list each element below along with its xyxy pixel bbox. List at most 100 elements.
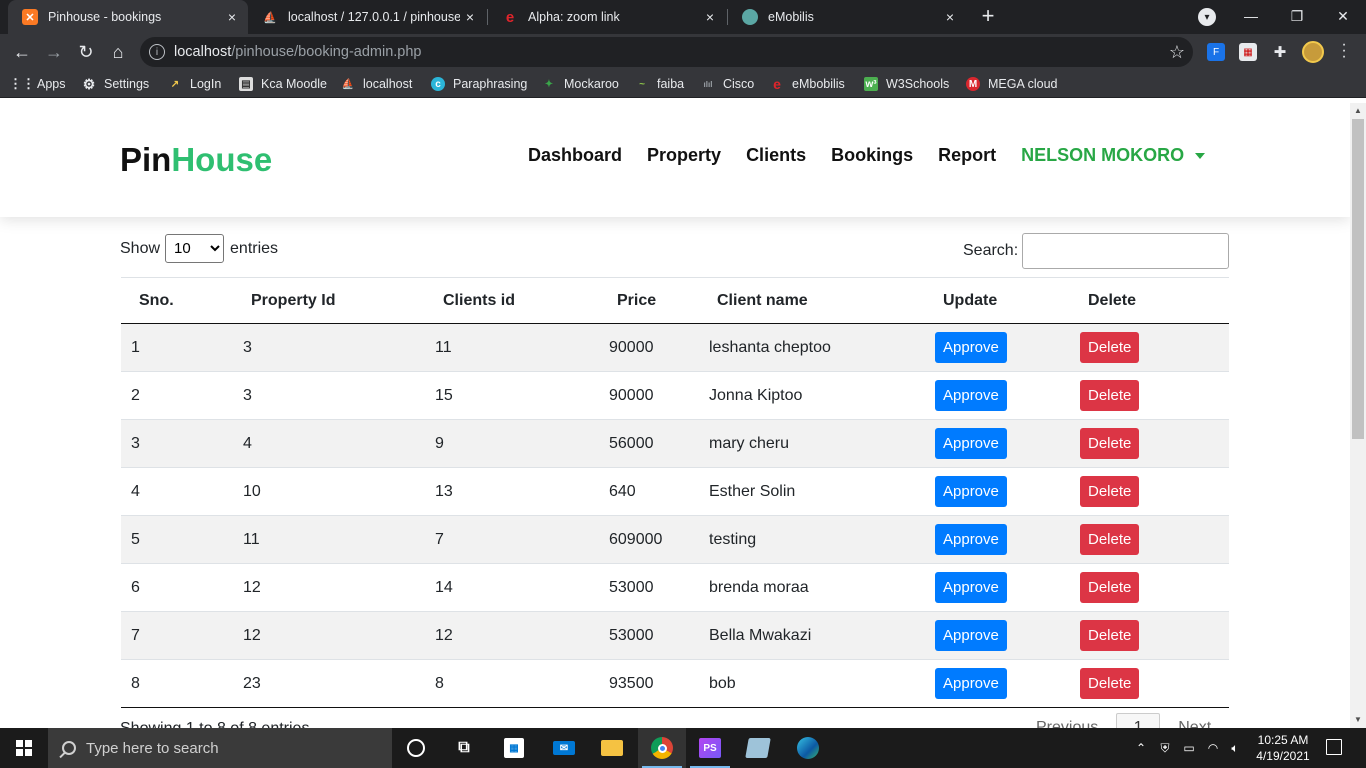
taskbar-edge[interactable] <box>784 728 832 768</box>
tab-alpha-zoom[interactable]: e Alpha: zoom link × <box>488 0 726 34</box>
approve-button[interactable]: Approve <box>935 380 1007 411</box>
column-header-price[interactable]: Price <box>599 277 699 324</box>
delete-button[interactable]: Delete <box>1080 332 1140 363</box>
bookmark-localhost[interactable]: ⛵ localhost <box>341 70 413 98</box>
wifi-icon[interactable]: ◠ <box>1204 728 1222 768</box>
volume-icon[interactable]: 🔈︎ <box>1226 728 1244 768</box>
bookmark-mockaroo[interactable]: ✦ Mockaroo <box>542 70 619 98</box>
delete-button[interactable]: Delete <box>1080 428 1140 459</box>
bookmark-cisco[interactable]: ılıl Cisco <box>701 70 755 98</box>
taskbar-store[interactable]: ▦ <box>490 728 538 768</box>
approve-button[interactable]: Approve <box>935 332 1007 363</box>
scrollbar-thumb[interactable] <box>1352 119 1364 439</box>
window-close-icon[interactable]: ✕ <box>1320 0 1366 32</box>
next-button[interactable]: Next <box>1178 719 1211 728</box>
bookmark-star-icon[interactable]: ☆ <box>1169 42 1185 63</box>
taskbar-search-box[interactable]: Type here to search <box>48 728 392 768</box>
bookmark-login[interactable]: ↗ LogIn <box>168 70 221 98</box>
bookmark-faiba[interactable]: ~ faiba <box>635 70 684 98</box>
cell-delete: Delete <box>1070 563 1229 612</box>
table-header-row: Sno. Property Id Clients id Price Client… <box>121 277 1229 324</box>
back-icon[interactable]: ← <box>10 40 34 64</box>
tab-emobilis[interactable]: eMobilis × <box>728 0 966 34</box>
nav-report[interactable]: Report <box>938 145 996 166</box>
close-tab-icon[interactable]: × <box>222 9 242 25</box>
delete-button[interactable]: Delete <box>1080 524 1140 555</box>
bookmark-settings[interactable]: ⚙ Settings <box>82 70 149 98</box>
approve-button[interactable]: Approve <box>935 668 1007 699</box>
delete-button[interactable]: Delete <box>1080 620 1140 651</box>
task-view-button[interactable]: ⧉ <box>440 728 488 768</box>
nav-property[interactable]: Property <box>647 145 721 166</box>
approve-button[interactable]: Approve <box>935 476 1007 507</box>
previous-button[interactable]: Previous <box>1036 719 1098 728</box>
close-tab-icon[interactable]: × <box>700 9 720 25</box>
brand-logo[interactable]: PinHouse <box>120 141 272 179</box>
home-icon[interactable]: ⌂ <box>106 40 130 64</box>
cortana-button[interactable] <box>392 728 440 768</box>
address-bar[interactable]: i localhost/pinhouse/booking-admin.php ☆ <box>140 37 1193 67</box>
approve-button[interactable]: Approve <box>935 572 1007 603</box>
close-tab-icon[interactable]: × <box>460 9 480 25</box>
start-button[interactable] <box>0 728 48 768</box>
scroll-up-icon[interactable]: ▲ <box>1350 103 1366 119</box>
restore-icon[interactable]: ❐ <box>1274 0 1320 32</box>
user-menu[interactable]: NELSON MOKORO <box>1021 145 1206 166</box>
new-tab-button[interactable]: + <box>976 4 1000 28</box>
extensions-puzzle-icon[interactable]: ✚ <box>1271 43 1289 61</box>
minimize-icon[interactable]: — <box>1228 0 1274 32</box>
column-header-delete[interactable]: Delete <box>1070 277 1229 324</box>
reload-icon[interactable]: ↻ <box>74 40 98 64</box>
profile-avatar[interactable] <box>1302 41 1324 63</box>
bookmark-apps[interactable]: ⋮⋮ Apps <box>9 70 66 98</box>
page-size-select[interactable]: 10 <box>165 234 225 263</box>
column-header-client-name[interactable]: Client name <box>699 277 925 324</box>
bookmark-mega-cloud[interactable]: M MEGA cloud <box>966 70 1057 98</box>
taskbar-phpstorm[interactable]: PS <box>686 728 734 768</box>
browser-menu-icon[interactable]: · · · <box>1338 37 1350 65</box>
notification-center-icon[interactable] <box>1326 739 1342 755</box>
column-header-update[interactable]: Update <box>925 277 1070 324</box>
bookmark-paraphrasing[interactable]: c Paraphrasing <box>431 70 527 98</box>
search-input[interactable] <box>1022 233 1230 269</box>
taskbar-notes[interactable] <box>734 728 782 768</box>
delete-button[interactable]: Delete <box>1080 380 1140 411</box>
extension-f-icon[interactable]: F <box>1207 43 1225 61</box>
scroll-down-icon[interactable]: ▼ <box>1350 712 1366 728</box>
nav-dashboard[interactable]: Dashboard <box>528 145 622 166</box>
forward-icon[interactable]: → <box>42 40 66 64</box>
url-text[interactable]: localhost/pinhouse/booking-admin.php <box>174 44 421 60</box>
approve-button[interactable]: Approve <box>935 428 1007 459</box>
taskbar-file-explorer[interactable] <box>588 728 636 768</box>
moodle-icon: ▤ <box>239 77 253 91</box>
bookmark-embobilis[interactable]: e eMbobilis <box>770 70 845 98</box>
tab-search-icon[interactable]: ▾ <box>1198 8 1216 26</box>
bookmark-w3schools[interactable]: w³ W3Schools <box>864 70 949 98</box>
column-header-sno[interactable]: Sno. <box>121 277 233 324</box>
tray-overflow-icon[interactable]: ⌃ <box>1132 728 1150 768</box>
nav-bookings[interactable]: Bookings <box>831 145 913 166</box>
site-info-icon[interactable]: i <box>149 44 165 60</box>
taskbar-chrome[interactable] <box>638 728 686 768</box>
taskbar-mail[interactable]: ✉ <box>540 728 588 768</box>
delete-button[interactable]: Delete <box>1080 668 1140 699</box>
battery-icon[interactable]: ▭ <box>1180 728 1198 768</box>
approve-button[interactable]: Approve <box>935 620 1007 651</box>
column-header-clients-id[interactable]: Clients id <box>425 277 599 324</box>
delete-button[interactable]: Delete <box>1080 476 1140 507</box>
column-header-property-id[interactable]: Property Id <box>233 277 425 324</box>
page-button-current[interactable]: 1 <box>1116 713 1161 728</box>
delete-button[interactable]: Delete <box>1080 572 1140 603</box>
close-tab-icon[interactable]: × <box>940 9 960 25</box>
nav-clients[interactable]: Clients <box>746 145 806 166</box>
bookmark-label: Mockaroo <box>564 77 619 91</box>
extension-calendar-icon[interactable]: ▦ <box>1239 43 1257 61</box>
table-row: 4 10 13 640 Esther Solin Approve Delete <box>121 467 1229 516</box>
security-shield-icon[interactable]: ⛨ <box>1156 728 1174 768</box>
taskbar-clock[interactable]: 10:25 AM 4/19/2021 <box>1250 732 1316 764</box>
tab-pinhouse-bookings[interactable]: ✕ Pinhouse - bookings × <box>8 0 248 34</box>
tab-phpmyadmin[interactable]: ⛵ localhost / 127.0.0.1 / pinhouse / × <box>248 0 486 34</box>
page-scrollbar[interactable]: ▲ ▼ <box>1350 103 1366 728</box>
bookmark-kca-moodle[interactable]: ▤ Kca Moodle <box>239 70 327 98</box>
approve-button[interactable]: Approve <box>935 524 1007 555</box>
